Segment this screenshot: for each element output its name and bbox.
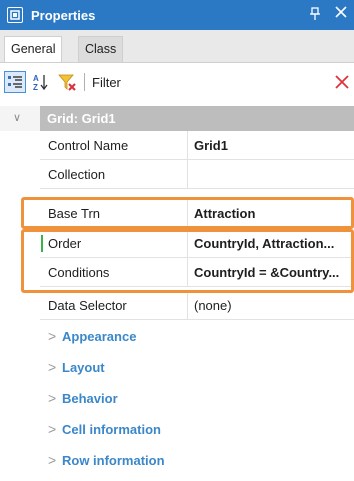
category-cell-information[interactable]: > Cell information (40, 415, 354, 444)
property-name: Control Name (48, 138, 129, 153)
highlight-box-order-conditions (21, 229, 354, 293)
filter-label: Filter (92, 75, 121, 90)
category-label: Layout (62, 360, 105, 375)
close-window-button[interactable] (334, 4, 348, 24)
grid-group-header[interactable]: ∨ Grid: Grid1 (0, 106, 354, 131)
toolbar-separator (84, 73, 85, 91)
property-name: Data Selector (48, 298, 127, 313)
property-value[interactable]: Grid1 (194, 138, 352, 153)
highlight-box-base-trn (21, 197, 354, 229)
properties-icon (7, 7, 23, 23)
category-layout[interactable]: > Layout (40, 353, 354, 382)
clear-filter-button[interactable] (334, 68, 350, 96)
chevron-right-icon: > (48, 452, 57, 468)
category-appearance[interactable]: > Appearance (40, 322, 354, 351)
alphabetical-sort-icon[interactable]: A Z (30, 71, 52, 93)
property-row-data-selector[interactable]: Data Selector (none) (40, 291, 354, 320)
column-divider (187, 160, 188, 189)
filter-input[interactable] (138, 70, 334, 94)
property-name: Collection (48, 167, 106, 182)
svg-text:Z: Z (33, 83, 38, 91)
chevron-right-icon: > (48, 328, 57, 344)
tab-class[interactable]: Class (78, 36, 124, 62)
property-row-control-name[interactable]: Control Name Grid1 (40, 131, 354, 160)
column-divider (187, 131, 188, 160)
left-gutter (0, 131, 40, 481)
category-behavior[interactable]: > Behavior (40, 384, 354, 413)
pin-icon[interactable] (310, 7, 320, 24)
svg-text:A: A (33, 74, 39, 83)
properties-titlebar: Properties (0, 0, 354, 30)
category-label: Behavior (62, 391, 118, 406)
chevron-right-icon: > (48, 421, 57, 437)
tab-general[interactable]: General (4, 36, 63, 62)
category-label: Cell information (62, 422, 161, 437)
category-label: Appearance (62, 329, 137, 344)
category-label: Row information (62, 453, 165, 468)
chevron-down-icon[interactable]: ∨ (13, 111, 21, 124)
group-header-title: Grid: Grid1 (47, 111, 116, 126)
chevron-right-icon: > (48, 359, 57, 375)
filter-icon[interactable] (56, 71, 78, 93)
window-title: Properties (31, 7, 96, 23)
categorized-icon[interactable] (4, 71, 26, 93)
column-divider (187, 291, 188, 320)
chevron-right-icon: > (48, 390, 57, 406)
property-row-collection[interactable]: Collection (40, 160, 354, 189)
category-row-information[interactable]: > Row information (40, 446, 354, 475)
property-value[interactable]: (none) (194, 298, 352, 313)
